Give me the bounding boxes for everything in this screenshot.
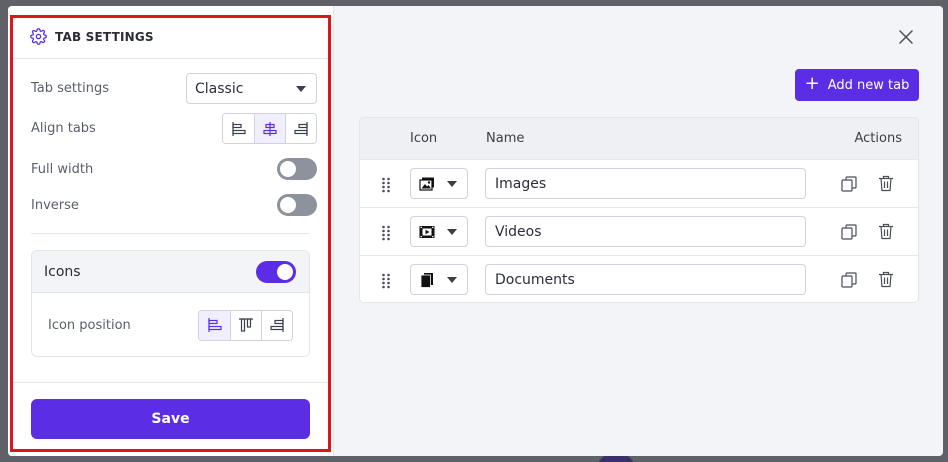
trash-icon[interactable] — [878, 223, 894, 240]
table-row: Videos — [360, 207, 918, 255]
caret-down-icon — [447, 180, 457, 187]
table-row: Images — [360, 159, 918, 207]
icon-select[interactable] — [410, 264, 468, 295]
icons-card-title: Icons — [44, 263, 81, 280]
video-icon — [419, 225, 435, 238]
add-new-tab-button[interactable]: + Add new tab — [795, 69, 919, 101]
column-header-actions: Actions — [854, 131, 903, 146]
save-button[interactable]: Save — [31, 399, 310, 439]
align-left-button[interactable] — [223, 114, 254, 143]
icon-left-icon — [207, 318, 222, 332]
drag-handle-icon[interactable] — [381, 273, 391, 289]
align-tabs-row: Align tabs — [31, 113, 317, 144]
icon-position-right-button[interactable] — [261, 310, 292, 340]
inverse-label: Inverse — [31, 197, 79, 213]
table-row: Documents — [360, 255, 918, 302]
align-left-icon — [231, 121, 246, 136]
drag-handle-icon[interactable] — [381, 225, 391, 241]
duplicate-icon[interactable] — [841, 272, 857, 288]
divider — [31, 233, 310, 234]
icon-top-icon — [239, 318, 253, 332]
image-icon — [419, 177, 434, 191]
full-width-label: Full width — [31, 161, 94, 177]
icon-select[interactable] — [410, 216, 468, 247]
align-center-icon — [263, 121, 277, 136]
full-width-row: Full width — [31, 158, 317, 180]
align-center-button[interactable] — [254, 114, 285, 143]
tab-settings-modal: TAB SETTINGS Tab settings Classic Align … — [8, 6, 943, 456]
icon-position-top-button[interactable] — [230, 310, 261, 340]
settings-sidebar: TAB SETTINGS Tab settings Classic Align … — [8, 6, 334, 456]
tab-settings-label: Tab settings — [31, 81, 109, 96]
trash-icon[interactable] — [878, 271, 894, 288]
icon-position-row: Icon position — [32, 293, 309, 356]
align-tabs-label: Align tabs — [31, 121, 96, 136]
tab-style-select[interactable]: Classic — [186, 73, 317, 104]
tab-settings-row: Tab settings Classic — [31, 73, 317, 104]
inverse-row: Inverse — [31, 194, 317, 216]
align-tabs-group — [222, 113, 317, 144]
plus-icon: + — [804, 73, 820, 94]
icon-select[interactable] — [410, 168, 468, 199]
icon-position-label: Icon position — [48, 317, 131, 333]
tab-style-value: Classic — [195, 80, 244, 97]
caret-down-icon — [447, 228, 457, 235]
gear-icon — [30, 28, 47, 45]
icons-toggle[interactable] — [256, 260, 296, 283]
inverse-toggle[interactable] — [277, 194, 317, 216]
icons-card: Icons Icon position — [31, 250, 310, 357]
divider — [12, 58, 330, 59]
document-icon — [420, 272, 433, 288]
caret-down-icon — [447, 276, 457, 283]
divider — [12, 382, 330, 383]
caret-down-icon — [296, 85, 306, 92]
duplicate-icon[interactable] — [841, 224, 857, 240]
icon-position-left-button[interactable] — [199, 310, 230, 340]
drag-handle-icon[interactable] — [381, 177, 391, 193]
trash-icon[interactable] — [878, 175, 894, 192]
tab-name-input[interactable]: Videos — [485, 216, 806, 247]
sidebar-header: TAB SETTINGS — [30, 28, 154, 45]
close-icon[interactable] — [899, 30, 913, 44]
add-new-tab-label: Add new tab — [827, 77, 910, 93]
icon-position-group — [198, 309, 293, 341]
duplicate-icon[interactable] — [841, 176, 857, 192]
table-header: Icon Name Actions — [360, 118, 918, 159]
icon-right-icon — [270, 318, 284, 332]
full-width-toggle[interactable] — [277, 158, 317, 180]
column-header-name: Name — [486, 131, 525, 146]
align-right-icon — [294, 121, 308, 136]
tab-name-input[interactable]: Images — [485, 168, 806, 199]
tabs-table: Icon Name Actions Images Videos Document… — [359, 117, 919, 303]
tab-name-input[interactable]: Documents — [485, 264, 806, 295]
sidebar-title: TAB SETTINGS — [55, 29, 154, 44]
align-right-button[interactable] — [285, 114, 316, 143]
icons-card-header: Icons — [32, 251, 309, 293]
column-header-icon: Icon — [410, 131, 438, 146]
